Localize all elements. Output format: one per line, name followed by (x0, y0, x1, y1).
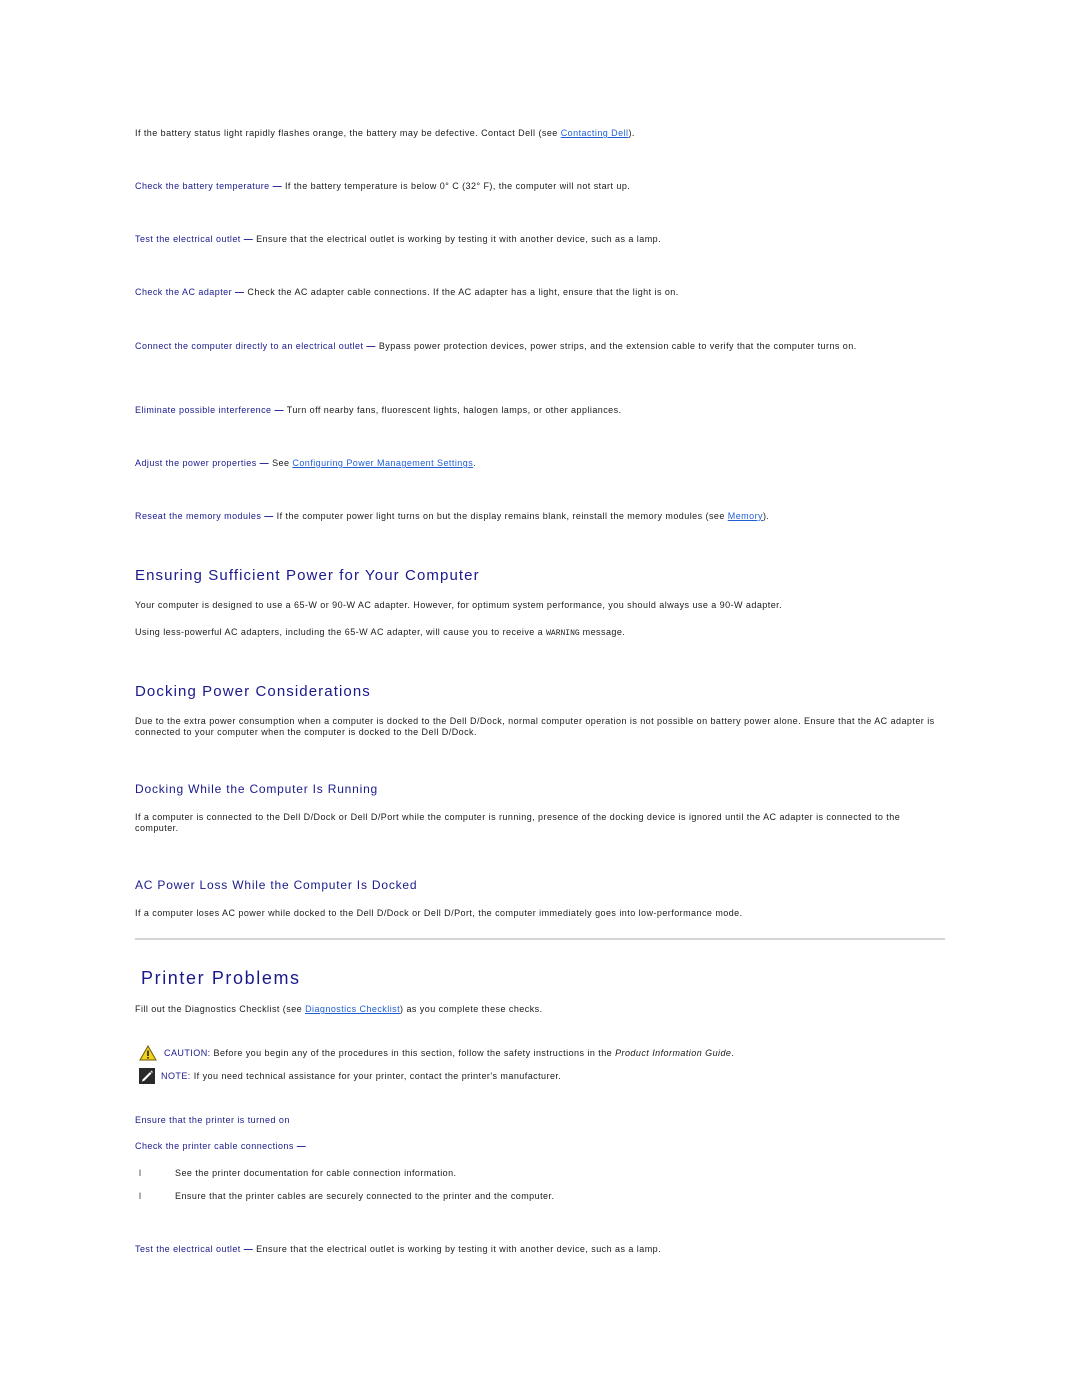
em-dash: — (264, 511, 274, 521)
bullet-icon: l (139, 1191, 142, 1201)
product-information-guide: Product Information Guide (615, 1047, 732, 1058)
tip-text: Ensure that the electrical outlet is wor… (256, 1244, 662, 1254)
tip-test-outlet: Test the electrical outlet — Ensure that… (135, 234, 940, 245)
docking-power-heading: Docking Power Considerations (135, 683, 371, 700)
tip-text: Bypass power protection devices, power s… (378, 341, 857, 351)
bullet-icon: l (139, 1168, 142, 1178)
printer-cable-tip: Check the printer cable connections — (135, 1141, 940, 1152)
sufficient-power-paragraph-2: Using less-powerful AC adapters, includi… (135, 627, 626, 638)
tip-text: If the battery temperature is below 0° C… (284, 181, 631, 191)
tip-adjust-power: Adjust the power properties — See Config… (135, 458, 477, 468)
list-item: l Ensure that the printer cables are sec… (135, 1191, 940, 1202)
caution-label: CAUTION: (164, 1047, 211, 1058)
diagnostics-checklist-link[interactable]: Diagnostics Checklist (305, 1004, 400, 1014)
sufficient-power-paragraph-1: Your computer is designed to use a 65-W … (135, 600, 783, 610)
tip-term: Test the electrical outlet (135, 234, 241, 244)
tip-text: Check the AC adapter cable connections. … (247, 287, 679, 297)
printer-intro-paragraph: Fill out the Diagnostics Checklist (see … (135, 1004, 543, 1014)
printer-test-outlet-tip: Test the electrical outlet — Ensure that… (135, 1244, 940, 1255)
em-dash: — (274, 405, 284, 415)
docking-power-paragraph: Due to the extra power consumption when … (135, 716, 935, 737)
power-management-settings-link[interactable]: Configuring Power Management Settings (292, 458, 473, 468)
ac-power-loss-paragraph: If a computer loses AC power while docke… (135, 908, 743, 918)
note-label: NOTE: (161, 1070, 191, 1081)
tip-text: Ensure that the electrical outlet is wor… (256, 234, 662, 244)
caution-warning-icon (139, 1044, 157, 1061)
docking-running-heading: Docking While the Computer Is Running (135, 782, 379, 796)
sufficient-power-heading: Ensuring Sufficient Power for Your Compu… (135, 567, 480, 584)
tip-term: Check the printer cable connections (135, 1141, 294, 1151)
em-dash: — (243, 1244, 254, 1254)
warning-code: WARNING (546, 629, 580, 638)
tip-check-ac-adapter: Check the AC adapter — Check the AC adap… (135, 287, 940, 298)
tip-term: Test the electrical outlet (135, 1244, 241, 1254)
list-item: l See the printer documentation for cabl… (135, 1168, 940, 1179)
contacting-dell-link[interactable]: Contacting Dell (561, 128, 629, 138)
ac-power-loss-heading: AC Power Loss While the Computer Is Dock… (135, 878, 418, 892)
em-dash: — (235, 287, 245, 297)
em-dash: — (272, 181, 283, 191)
tip-battery-temperature: Check the battery temperature — If the b… (135, 181, 940, 192)
caution-notice: CAUTION: Before you begin any of the pro… (139, 1044, 944, 1061)
em-dash: — (366, 341, 376, 351)
printer-turned-on-tip: Ensure that the printer is turned on (135, 1115, 290, 1125)
tip-term: Check the battery temperature (135, 181, 270, 191)
docking-running-paragraph: If a computer is connected to the Dell D… (135, 812, 901, 833)
battery-flash-paragraph: If the battery status light rapidly flas… (135, 128, 635, 138)
em-dash: — (243, 234, 254, 244)
memory-link[interactable]: Memory (728, 511, 763, 521)
em-dash: — (296, 1141, 307, 1151)
tip-term: Check the AC adapter (135, 287, 233, 297)
tip-text: Turn off nearby fans, fluorescent lights… (286, 405, 622, 415)
note-notice: NOTE: If you need technical assistance f… (139, 1068, 944, 1084)
note-pencil-icon (139, 1068, 155, 1084)
tip-connect-directly: Connect the computer directly to an elec… (135, 341, 940, 352)
printer-problems-heading: Printer Problems (141, 968, 301, 988)
tip-reseat-memory: Reseat the memory modules — If the compu… (135, 511, 770, 521)
tip-eliminate-interference: Eliminate possible interference — Turn o… (135, 405, 940, 416)
tip-term: Eliminate possible interference (135, 405, 272, 415)
tip-term: Reseat the memory modules (135, 511, 262, 521)
tip-term: Connect the computer directly to an elec… (135, 341, 364, 351)
section-divider (135, 938, 945, 940)
tip-term: Adjust the power properties (135, 458, 257, 468)
em-dash: — (259, 458, 270, 468)
